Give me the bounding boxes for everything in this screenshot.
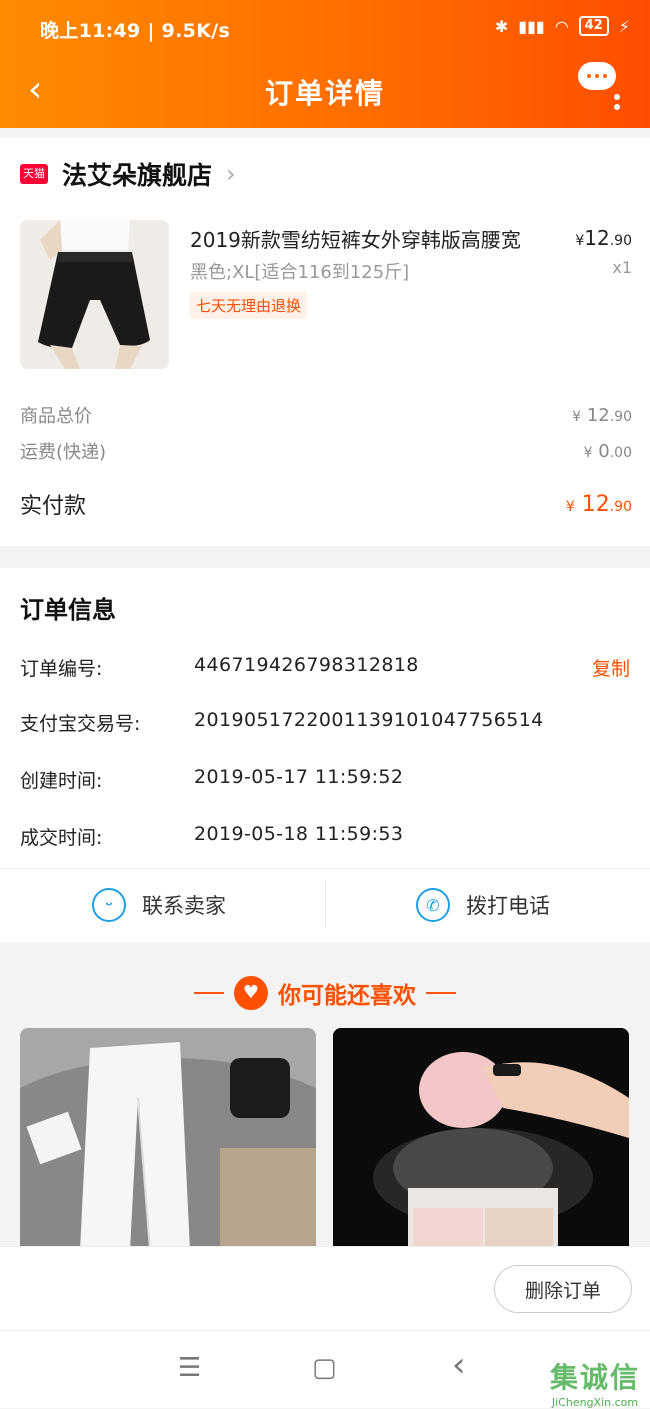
return-policy-badge: 七天无理由退换 bbox=[190, 292, 308, 319]
goods-total-label: 商品总价 bbox=[20, 406, 92, 427]
product-title[interactable]: 2019新款雪纺短裤女外穿韩版高腰宽 bbox=[190, 224, 550, 253]
actions-divider bbox=[325, 880, 326, 928]
chat-face-icon: ᵕ bbox=[92, 888, 126, 922]
recommend-section: ♥ 你可能还喜欢 bbox=[0, 960, 650, 1250]
shipping-row: 运费(快递) ¥ 0.00 bbox=[20, 438, 632, 464]
watermark: 集诚信 JiChengXin.com bbox=[550, 1356, 640, 1409]
message-bubble-icon[interactable] bbox=[578, 62, 616, 90]
title-decoration-right bbox=[426, 992, 456, 994]
product-image[interactable] bbox=[20, 220, 169, 369]
paid-label: 实付款 bbox=[20, 494, 87, 519]
signal-icon: ▮▮▮ bbox=[518, 16, 545, 36]
order-number-label: 订单编号: bbox=[20, 658, 103, 680]
recommend-item-image[interactable] bbox=[20, 1028, 316, 1250]
chevron-right-icon: › bbox=[226, 160, 236, 188]
contact-seller-label: 联系卖家 bbox=[142, 894, 226, 918]
shipping-amount: ¥ 0.00 bbox=[583, 440, 632, 462]
goods-total-row: 商品总价 ¥ 12.90 bbox=[20, 402, 632, 428]
status-icons: ✱ ▮▮▮ ◠ 42 ⚡ bbox=[495, 16, 630, 36]
paid-amount: ¥ 12.90 bbox=[565, 491, 632, 517]
product-price: ¥12.90 bbox=[575, 226, 632, 250]
more-icon[interactable] bbox=[578, 62, 624, 116]
alipay-trade-value: 2019051722001139101047756514 bbox=[194, 709, 544, 731]
bluetooth-icon: ✱ bbox=[494, 16, 509, 36]
title-decoration-left bbox=[194, 992, 224, 994]
goods-total-amount: ¥ 12.90 bbox=[572, 404, 632, 426]
product-spec: 黑色;XL[适合116到125斤] bbox=[190, 262, 410, 283]
wifi-icon: ◠ bbox=[554, 16, 569, 36]
shipping-label: 运费(快递) bbox=[20, 442, 107, 463]
order-number-value: 446719426798312818 bbox=[194, 654, 419, 676]
order-info-heading: 订单信息 bbox=[20, 596, 116, 624]
battery-icon: 42 bbox=[578, 16, 609, 36]
order-info-card: 订单信息 订单编号: 446719426798312818 复制 支付宝交易号:… bbox=[0, 568, 650, 942]
product-quantity: x1 bbox=[612, 258, 632, 277]
copy-button[interactable]: 复制 bbox=[592, 654, 630, 681]
recommend-title: ♥ 你可能还喜欢 bbox=[0, 976, 650, 1010]
menu-icon[interactable]: ☰ bbox=[178, 1353, 201, 1383]
call-phone-label: 拨打电话 bbox=[466, 894, 550, 918]
watermark-name: 集诚信 bbox=[549, 1361, 640, 1394]
status-bar: 晚上11:49 | 9.5K/s ✱ ▮▮▮ ◠ 42 ⚡ bbox=[0, 0, 650, 60]
home-icon[interactable]: ▢ bbox=[312, 1353, 337, 1383]
created-time-label: 创建时间: bbox=[20, 770, 103, 792]
deal-time-value: 2019-05-18 11:59:53 bbox=[194, 823, 404, 845]
status-time-speed: 晚上11:49 | 9.5K/s bbox=[40, 20, 231, 42]
watermark-site: JiChengXin.com bbox=[551, 1396, 639, 1409]
heart-icon: ♥ bbox=[234, 976, 268, 1010]
nav-bar: ‹ 订单详情 bbox=[0, 60, 650, 128]
tmall-badge: 天猫 bbox=[20, 164, 48, 184]
call-phone-button[interactable]: ✆ 拨打电话 bbox=[416, 885, 550, 925]
order-card: 天猫 法艾朵旗舰店 › 2019新款雪纺短裤女外穿韩版高腰宽 黑色;XL[适合1… bbox=[0, 138, 650, 546]
contact-seller-button[interactable]: ᵕ 联系卖家 bbox=[92, 885, 226, 925]
bottom-action-bar: 删除订单 bbox=[0, 1246, 650, 1330]
back-icon[interactable]: ‹ bbox=[452, 1345, 466, 1385]
deal-time-label: 成交时间: bbox=[20, 827, 103, 849]
paid-row: 实付款 ¥ 12.90 bbox=[20, 488, 632, 520]
shop-header[interactable]: 天猫 法艾朵旗舰店 › bbox=[20, 156, 236, 192]
charging-icon: ⚡ bbox=[618, 16, 630, 36]
delete-order-button[interactable]: 删除订单 bbox=[494, 1265, 632, 1313]
shop-name[interactable]: 法艾朵旗舰店 bbox=[62, 156, 212, 192]
alipay-trade-label: 支付宝交易号: bbox=[20, 713, 141, 735]
recommend-item-image[interactable] bbox=[333, 1028, 629, 1250]
created-time-value: 2019-05-17 11:59:52 bbox=[194, 766, 404, 788]
app-header: 晚上11:49 | 9.5K/s ✱ ▮▮▮ ◠ 42 ⚡ ‹ 订单详情 bbox=[0, 0, 650, 128]
phone-icon: ✆ bbox=[416, 888, 450, 922]
page-title: 订单详情 bbox=[264, 77, 385, 110]
recommend-title-text: 你可能还喜欢 bbox=[278, 983, 416, 1009]
